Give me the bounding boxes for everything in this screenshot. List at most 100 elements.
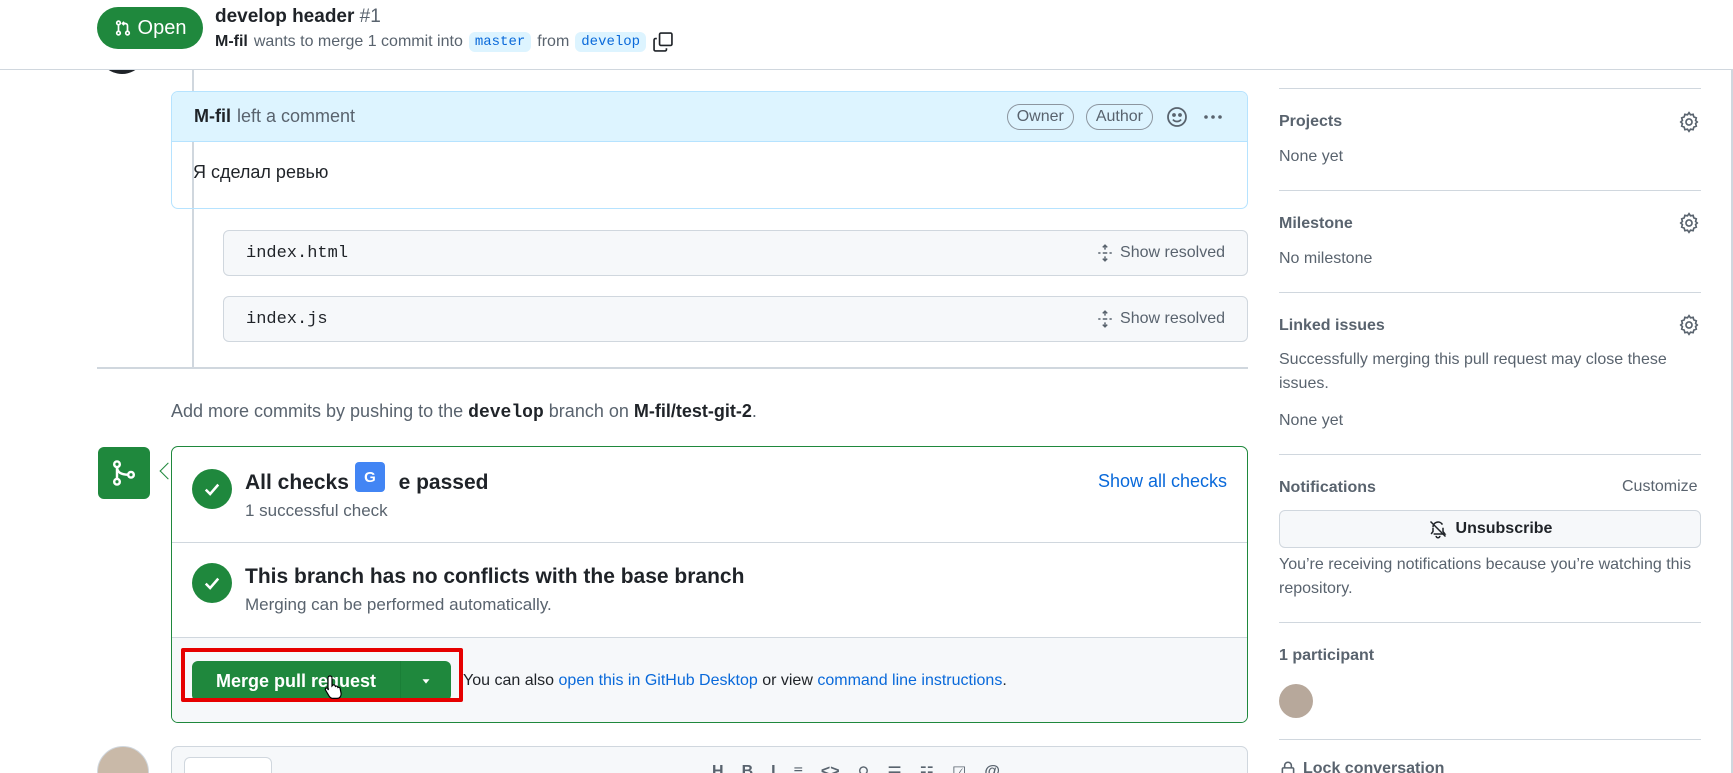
review-thread-index-html: index.html Show resolved [223,230,1248,276]
unfold-icon [1098,310,1112,328]
notifications-description: You’re receiving notifications because y… [1279,556,1692,597]
bell-slash-icon [1429,520,1446,539]
base-branch-pill[interactable]: master [468,32,532,52]
end-text: . [1002,672,1007,689]
write-tab[interactable] [184,757,272,773]
linked-issues-description: Successfully merging this pull request m… [1279,351,1667,392]
current-user-avatar[interactable] [97,746,149,773]
copy-icon[interactable] [652,31,674,53]
code-icon[interactable]: <> [821,763,840,773]
notifications-heading: Notifications [1279,479,1376,496]
comment-body: Я сделал ревью [193,162,329,182]
unsubscribe-label: Unsubscribe [1455,520,1553,537]
kebab-menu-icon[interactable] [1201,105,1225,129]
comment-composer: H B I ≡ <> ⚲ ☰ ☷ ☑ @ [171,746,1248,773]
git-merge-icon [112,460,136,486]
conflicts-title: This branch has no conflicts with the ba… [245,565,745,588]
milestone-heading[interactable]: Milestone [1279,215,1353,233]
projects-value: None yet [1279,148,1344,165]
comment-action: left a comment [236,106,356,126]
owner-badge: Owner [1006,103,1074,130]
also-text: You can also [463,672,555,689]
highlight-annotation [181,648,463,702]
pr-number: #1 [359,6,381,27]
head-branch-pill[interactable]: develop [575,32,647,52]
checks-title-end: e passed [398,471,489,494]
lock-conversation-label: Lock conversation [1303,760,1445,773]
unfold-icon [1098,244,1112,262]
linked-issues-value: None yet [1279,412,1344,429]
link-icon[interactable]: ⚲ [858,763,870,773]
hint-repo[interactable]: M-fil/test-git-2 [634,401,752,421]
bold-icon[interactable]: B [742,763,754,773]
conflicts-section: This branch has no conflicts with the ba… [172,543,1247,638]
show-all-checks-link[interactable]: Show all checks [1098,471,1227,492]
pull-request-icon [115,20,130,36]
show-resolved-label: Show resolved [1120,244,1225,261]
projects-heading[interactable]: Projects [1279,113,1342,131]
sidebar-divider [1279,190,1701,191]
sticky-pr-header: Open develop header #1 M-fil wants to me… [0,0,1733,70]
comment-header: M-fil left a comment Owner Author [172,92,1247,142]
comment-author[interactable]: M-fil [194,106,231,127]
file-name: index.html [246,243,349,263]
show-resolved-label: Show resolved [1120,310,1225,327]
show-resolved-button[interactable]: Show resolved [1096,244,1225,262]
markdown-toolbar: H B I ≡ <> ⚲ ☰ ☷ ☑ @ [712,763,1000,773]
italic-icon[interactable]: I [771,763,775,773]
mention-icon[interactable]: @ [984,763,1000,773]
check-circle-icon [192,563,232,603]
gear-icon[interactable] [1678,212,1700,234]
sidebar-divider [1279,739,1701,740]
milestone-value: No milestone [1279,250,1373,267]
unsubscribe-button[interactable]: Unsubscribe [1279,510,1701,548]
customize-notifications-link[interactable]: Customize [1622,478,1698,496]
hint-suffix: . [751,401,757,421]
check-circle-icon [192,469,232,509]
sidebar-divider [1279,622,1701,623]
merge-text-2: from [537,33,570,50]
hint-branch: develop [468,403,544,423]
show-resolved-button[interactable]: Show resolved [1096,310,1225,328]
file-name: index.js [246,309,328,329]
numbered-list-icon[interactable]: ☷ [920,763,934,773]
participant-avatar[interactable] [1279,684,1313,718]
merge-status-icon [98,447,150,499]
pr-state-badge: Open [97,7,203,49]
tasklist-icon[interactable]: ☑ [952,763,966,773]
hint-middle: branch on [548,401,629,421]
timeline-divider [97,367,1248,369]
sidebar-divider [1279,454,1701,455]
gear-icon[interactable] [1678,111,1700,133]
pr-title: develop header #1 [215,6,381,28]
hint-prefix: Add more commits by pushing to the [171,401,464,421]
gear-icon[interactable] [1678,314,1700,336]
checks-section: All checks e passed G 1 successful check… [172,447,1247,543]
conflicts-subtitle: Merging can be performed automatically. [245,595,552,614]
checks-title-start: All checks [245,471,349,494]
merge-text-1: wants to merge 1 commit into [253,33,463,50]
list-icon[interactable]: ☰ [887,763,901,773]
sidebar-divider [1279,292,1701,293]
quote-icon[interactable]: ≡ [794,763,803,773]
command-line-link[interactable]: command line instructions [817,672,1002,690]
lock-icon [1281,761,1295,773]
sidebar-divider [1279,88,1701,89]
participants-heading: 1 participant [1279,647,1375,664]
or-view-text: or view [762,672,813,689]
pr-merge-summary: M-fil wants to merge 1 commit into maste… [215,31,674,53]
pr-state-label: Open [137,16,187,39]
heading-icon[interactable]: H [712,763,724,773]
review-comment: M-fil left a comment Owner Author Я сдел… [171,91,1248,209]
pr-title-text: develop header [215,6,355,27]
add-commits-hint: Add more commits by pushing to the devel… [171,401,757,423]
github-desktop-link[interactable]: open this in GitHub Desktop [559,672,758,690]
google-translate-icon[interactable]: G [355,462,385,492]
smiley-icon[interactable] [1165,105,1189,129]
author-badge: Author [1085,103,1153,130]
checks-subtitle: 1 successful check [245,501,388,520]
lock-conversation-button[interactable]: Lock conversation [1279,760,1444,773]
review-thread-index-js: index.js Show resolved [223,296,1248,342]
pr-author-link[interactable]: M-fil [215,33,248,51]
linked-issues-heading[interactable]: Linked issues [1279,317,1385,335]
